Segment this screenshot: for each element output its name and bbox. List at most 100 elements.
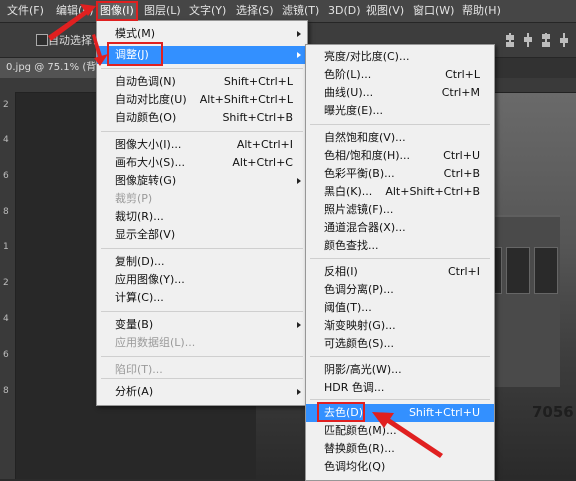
adjust-menu-item-label: 自然饱和度(V)...: [324, 131, 406, 144]
image-menu-item[interactable]: 画布大小(S)... Alt+Ctrl+C: [97, 154, 307, 172]
image-menu-item-label: 应用数据组(L)...: [115, 336, 196, 349]
auto-select-label: 自动选择：: [48, 34, 103, 47]
adjust-menu-item[interactable]: 色调分离(P)...: [306, 281, 494, 299]
highlight-box-desaturate: [317, 402, 365, 422]
adjust-menu-item-label: 反相(I): [324, 265, 358, 278]
image-menu-item[interactable]: 图像旋转(G): [97, 172, 307, 190]
ruler-number: 6: [3, 350, 9, 360]
menu-file[interactable]: 文件(F): [7, 3, 44, 19]
adjust-menu-item[interactable]: 色相/饱和度(H)... Ctrl+U: [306, 147, 494, 165]
image-menu-item-label: 自动颜色(O): [115, 111, 177, 124]
image-menu-item[interactable]: 自动色调(N) Shift+Ctrl+L: [97, 73, 307, 91]
adjust-menu-item-label: 色调均化(Q): [324, 460, 386, 473]
adjust-menu-item[interactable]: HDR 色调...: [306, 379, 494, 397]
adjust-menu-item[interactable]: 阴影/高光(W)...: [306, 361, 494, 379]
document-tab[interactable]: 0.jpg @ 75.1% (背: [0, 58, 100, 78]
image-menu-item[interactable]: 应用图像(Y)...: [97, 271, 307, 289]
menu-edit[interactable]: 编辑(E): [56, 3, 94, 19]
adjust-menu-item-label: 曲线(U)...: [324, 86, 374, 99]
submenu-arrow-icon: [297, 31, 301, 37]
image-menu-item[interactable]: 显示全部(V): [97, 226, 307, 244]
adjust-menu-item[interactable]: 反相(I) Ctrl+I: [306, 263, 494, 281]
menu-separator: [310, 356, 490, 357]
image-menu-item-shortcut: Alt+Ctrl+C: [232, 156, 293, 169]
adjust-menu-item[interactable]: 色阶(L)... Ctrl+L: [306, 66, 494, 84]
adjust-menu-item-shortcut: Alt+Shift+Ctrl+B: [385, 185, 480, 198]
image-menu-item-shortcut: Alt+Ctrl+I: [236, 138, 293, 151]
adjust-menu-item-label: 照片滤镜(F)...: [324, 203, 394, 216]
adjust-menu-item-label: 阈值(T)...: [324, 301, 372, 314]
image-menu-item-label: 陷印(T)...: [115, 363, 163, 376]
image-menu-item[interactable]: 模式(M): [97, 25, 307, 43]
menu-help[interactable]: 帮助(H): [462, 3, 501, 19]
adjust-menu-item[interactable]: 色彩平衡(B)... Ctrl+B: [306, 165, 494, 183]
image-menu-dropdown: 模式(M) 调整(J) 自动色调(N) Shift+Ctrl+L 自动对比度(U) Alt…: [96, 20, 308, 406]
adjust-menu-item-label: 通道混合器(X)...: [324, 221, 406, 234]
adjust-menu-item[interactable]: 通道混合器(X)...: [306, 219, 494, 237]
adjust-menu-item[interactable]: 替换颜色(R)...: [306, 440, 494, 458]
menu-view[interactable]: 视图(V): [366, 3, 404, 19]
image-menu-item-label: 应用图像(Y)...: [115, 273, 185, 286]
menu-layer[interactable]: 图层(L): [144, 3, 181, 19]
adjust-menu-item[interactable]: 照片滤镜(F)...: [306, 201, 494, 219]
image-menu-item: 应用数据组(L)...: [97, 334, 307, 352]
image-menu-item[interactable]: 分析(A): [97, 383, 307, 401]
adjust-menu-item-shortcut: Shift+Ctrl+U: [408, 406, 480, 419]
image-menu-item[interactable]: 复制(D)...: [97, 253, 307, 271]
adjust-menu-item[interactable]: 曝光度(E)...: [306, 102, 494, 120]
image-menu-item[interactable]: 计算(C)...: [97, 289, 307, 307]
image-menu-item[interactable]: 自动对比度(U) Alt+Shift+Ctrl+L: [97, 91, 307, 109]
image-menu-item[interactable]: 自动颜色(O) Shift+Ctrl+B: [97, 109, 307, 127]
menu-window[interactable]: 窗口(W): [413, 3, 454, 19]
adjust-menu-item[interactable]: 亮度/对比度(C)...: [306, 48, 494, 66]
image-menu-item-label: 裁剪(P): [115, 192, 153, 205]
adjust-menu-item[interactable]: 曲线(U)... Ctrl+M: [306, 84, 494, 102]
menu-separator: [310, 124, 490, 125]
adjust-menu-item[interactable]: 可选颜色(S)...: [306, 335, 494, 353]
image-menu-item[interactable]: 变量(B): [97, 316, 307, 334]
image-menu-item-label: 计算(C)...: [115, 291, 164, 304]
adjust-menu-item[interactable]: 阈值(T)...: [306, 299, 494, 317]
image-menu-item-label: 图像旋转(G): [115, 174, 177, 187]
adjust-menu-item-label: 可选颜色(S)...: [324, 337, 395, 350]
image-menu-item: 裁剪(P): [97, 190, 307, 208]
image-menu-item[interactable]: 裁切(R)...: [97, 208, 307, 226]
image-menu-item-label: 自动对比度(U): [115, 93, 187, 106]
image-menu-item-label: 复制(D)...: [115, 255, 165, 268]
adjust-menu-item[interactable]: 黑白(K)... Alt+Shift+Ctrl+B: [306, 183, 494, 201]
menu-separator: [101, 248, 303, 249]
adjust-menu-item-label: 匹配颜色(M)...: [324, 424, 397, 437]
adjust-menu-item[interactable]: 颜色查找...: [306, 237, 494, 255]
adjust-menu-item-shortcut: Ctrl+M: [441, 86, 480, 99]
adjust-menu-item[interactable]: 色调均化(Q): [306, 458, 494, 476]
adjust-menu-item-label: 黑白(K)...: [324, 185, 373, 198]
menu-3d[interactable]: 3D(D): [328, 3, 361, 19]
image-menu-item-shortcut: Shift+Ctrl+B: [222, 111, 293, 124]
menu-select[interactable]: 选择(S): [236, 3, 274, 19]
menu-filter[interactable]: 滤镜(T): [282, 3, 319, 19]
adjust-menu-item-label: 曝光度(E)...: [324, 104, 384, 117]
menu-separator: [310, 258, 490, 259]
adjust-menu-item[interactable]: 匹配颜色(M)...: [306, 422, 494, 440]
image-menu-item-label: 裁切(R)...: [115, 210, 164, 223]
ruler-number: 6: [3, 171, 9, 181]
image-menu-item[interactable]: 图像大小(I)... Alt+Ctrl+I: [97, 136, 307, 154]
menu-separator: [101, 131, 303, 132]
adjust-menu-item[interactable]: 渐变映射(G)...: [306, 317, 494, 335]
adjust-menu-item-label: 渐变映射(G)...: [324, 319, 396, 332]
align-distribute-icons[interactable]: [505, 31, 575, 49]
ruler-number: 8: [3, 386, 9, 396]
auto-select-checkbox[interactable]: [36, 34, 48, 46]
adjust-menu-item[interactable]: 自然饱和度(V)...: [306, 129, 494, 147]
menu-type[interactable]: 文字(Y): [189, 3, 226, 19]
image-menu-item-label: 自动色调(N): [115, 75, 176, 88]
ruler-number: 4: [3, 314, 9, 324]
submenu-arrow-icon: [297, 389, 301, 395]
adjust-menu-item-shortcut: Ctrl+L: [445, 68, 480, 81]
image-menu-item-label: 模式(M): [115, 27, 156, 40]
image-menu-item-label: 显示全部(V): [115, 228, 176, 241]
menu-separator: [101, 378, 303, 379]
adjust-menu-item-label: 色彩平衡(B)...: [324, 167, 395, 180]
submenu-arrow-icon: [297, 322, 301, 328]
ruler-number: 4: [3, 135, 9, 145]
